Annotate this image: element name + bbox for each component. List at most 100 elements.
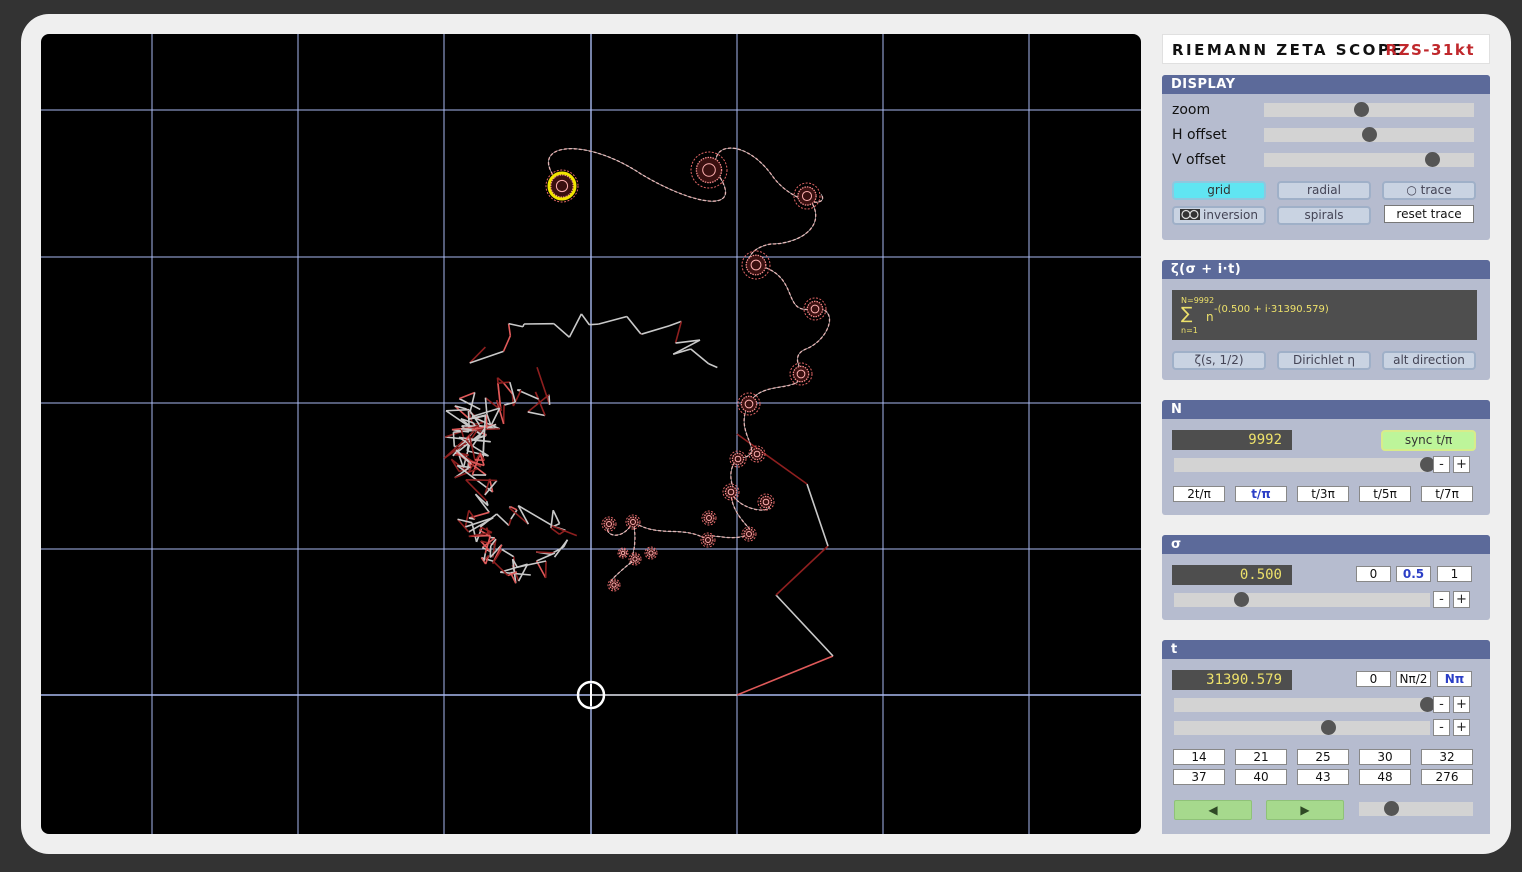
zero-button-37[interactable]: 37 xyxy=(1173,769,1225,785)
sync-button[interactable]: sync t/π xyxy=(1381,430,1476,451)
path-segment xyxy=(806,483,829,547)
path-segment xyxy=(598,315,628,325)
spiral-core xyxy=(703,512,715,524)
t-preset-0[interactable]: 0 xyxy=(1356,671,1391,687)
reset-trace-button[interactable]: reset trace xyxy=(1384,205,1474,223)
t-panel: t 31390.579 0 Nπ/2 Nπ - + - + 14 21 25 3… xyxy=(1162,640,1490,834)
zero-button-14[interactable]: 14 xyxy=(1173,749,1225,765)
n-preset-t-5pi[interactable]: t/5π xyxy=(1359,486,1411,502)
path-segment xyxy=(589,323,599,326)
voffset-slider-knob[interactable] xyxy=(1425,152,1440,167)
zoom-slider-knob[interactable] xyxy=(1354,102,1369,117)
path-segment xyxy=(496,513,510,527)
zero-button-48[interactable]: 48 xyxy=(1359,769,1411,785)
t-header: t xyxy=(1162,640,1490,659)
dirichlet-eta-button[interactable]: Dirichlet η xyxy=(1277,351,1371,370)
path-segment xyxy=(552,509,561,524)
radial-button[interactable]: radial xyxy=(1277,181,1371,200)
path-segment xyxy=(517,560,547,569)
sum-exponent: -(0.500 + i·31390.579) xyxy=(1214,304,1329,315)
path-segment xyxy=(445,408,470,412)
spiral-core xyxy=(759,495,773,509)
path-segment xyxy=(452,432,456,447)
t-fine-slider[interactable] xyxy=(1174,720,1430,735)
n-preset-t-7pi[interactable]: t/7π xyxy=(1421,486,1473,502)
spiral-core xyxy=(603,518,615,530)
inversion-button[interactable]: inversion xyxy=(1172,206,1266,225)
spiral-core xyxy=(745,254,767,276)
step-forward-button[interactable]: ▶ xyxy=(1266,800,1344,820)
spiral-connector xyxy=(748,264,831,405)
t-preset-n-pi[interactable]: Nπ xyxy=(1437,671,1472,687)
sigma-preset-half[interactable]: 0.5 xyxy=(1396,566,1431,582)
scope-plot[interactable] xyxy=(41,34,1141,834)
path-segment xyxy=(465,479,497,482)
zoom-slider[interactable] xyxy=(1264,102,1474,117)
sigma-header: σ xyxy=(1162,535,1490,554)
sigma-slider[interactable] xyxy=(1174,592,1430,607)
path-segment xyxy=(736,655,834,696)
n-plus-button[interactable]: + xyxy=(1453,456,1470,473)
t-fine-minus-button[interactable]: - xyxy=(1433,719,1450,736)
path-segment xyxy=(527,411,546,417)
t-fine-plus-button[interactable]: + xyxy=(1453,719,1470,736)
n-slider[interactable] xyxy=(1174,457,1435,472)
hurwitz-zeta-button[interactable]: ζ(s, 1/2) xyxy=(1172,351,1266,370)
zeta-partial-sum-path xyxy=(443,313,834,696)
zero-button-43[interactable]: 43 xyxy=(1297,769,1349,785)
sigma-preset-1[interactable]: 1 xyxy=(1437,566,1472,582)
grid-button[interactable]: grid xyxy=(1172,181,1266,200)
zero-button-21[interactable]: 21 xyxy=(1235,749,1287,765)
hoffset-label: H offset xyxy=(1172,127,1227,143)
t-coarse-minus-button[interactable]: - xyxy=(1433,696,1450,713)
alt-direction-button[interactable]: alt direction xyxy=(1382,351,1476,370)
spiral-core xyxy=(731,452,745,466)
spiral-cluster xyxy=(757,493,775,511)
sigma-slider-knob[interactable] xyxy=(1234,592,1249,607)
speed-slider-knob[interactable] xyxy=(1384,801,1399,816)
path-segment xyxy=(626,315,642,335)
app-code: RZS-31kt xyxy=(1385,41,1475,59)
hoffset-slider-knob[interactable] xyxy=(1362,127,1377,142)
path-segment xyxy=(553,323,570,338)
spiral-cluster xyxy=(545,169,579,203)
zeta-panel: ζ(σ + i·t) N=9992 ∑ n=1 n -(0.500 + i·31… xyxy=(1162,260,1490,380)
n-minus-button[interactable]: - xyxy=(1433,456,1450,473)
path-segment xyxy=(548,394,551,405)
path-segment xyxy=(455,449,472,465)
n-preset-t-pi[interactable]: t/π xyxy=(1235,486,1287,502)
scope-canvas[interactable] xyxy=(41,34,1141,834)
path-segment xyxy=(458,391,476,400)
t-coarse-plus-button[interactable]: + xyxy=(1453,696,1470,713)
spiral-core xyxy=(646,548,656,558)
n-preset-2t-pi[interactable]: 2t/π xyxy=(1173,486,1225,502)
trace-button[interactable]: ○ trace xyxy=(1382,181,1476,200)
zero-button-32[interactable]: 32 xyxy=(1421,749,1473,765)
t-fine-slider-knob[interactable] xyxy=(1321,720,1336,735)
zero-button-276[interactable]: 276 xyxy=(1421,769,1473,785)
path-segment xyxy=(508,518,512,526)
zero-button-40[interactable]: 40 xyxy=(1235,769,1287,785)
n-preset-t-3pi[interactable]: t/3π xyxy=(1297,486,1349,502)
hoffset-slider[interactable] xyxy=(1264,127,1474,142)
title-bar: RIEMANN ZETA SCOPE RZS-31kt xyxy=(1162,34,1490,64)
path-segment xyxy=(690,348,710,365)
spiral-cluster xyxy=(729,450,747,468)
voffset-slider[interactable] xyxy=(1264,152,1474,167)
animation-speed-slider[interactable] xyxy=(1359,801,1473,816)
sigma-minus-button[interactable]: - xyxy=(1433,591,1450,608)
sigma-plus-button[interactable]: + xyxy=(1453,591,1470,608)
zero-button-25[interactable]: 25 xyxy=(1297,749,1349,765)
spirals-button[interactable]: spirals xyxy=(1277,206,1371,225)
path-segment xyxy=(580,313,590,326)
sigma-preset-0[interactable]: 0 xyxy=(1356,566,1391,582)
step-back-button[interactable]: ◀ xyxy=(1174,800,1252,820)
spiral-cluster xyxy=(601,516,617,532)
path-segment xyxy=(641,325,670,335)
zero-button-30[interactable]: 30 xyxy=(1359,749,1411,765)
path-segment xyxy=(708,362,718,369)
t-preset-n-pi-half[interactable]: Nπ/2 xyxy=(1396,671,1431,687)
t-coarse-slider[interactable] xyxy=(1174,697,1435,712)
spiral-cluster xyxy=(793,182,821,210)
display-panel: DISPLAY zoom H offset V offset grid radi… xyxy=(1162,75,1490,240)
